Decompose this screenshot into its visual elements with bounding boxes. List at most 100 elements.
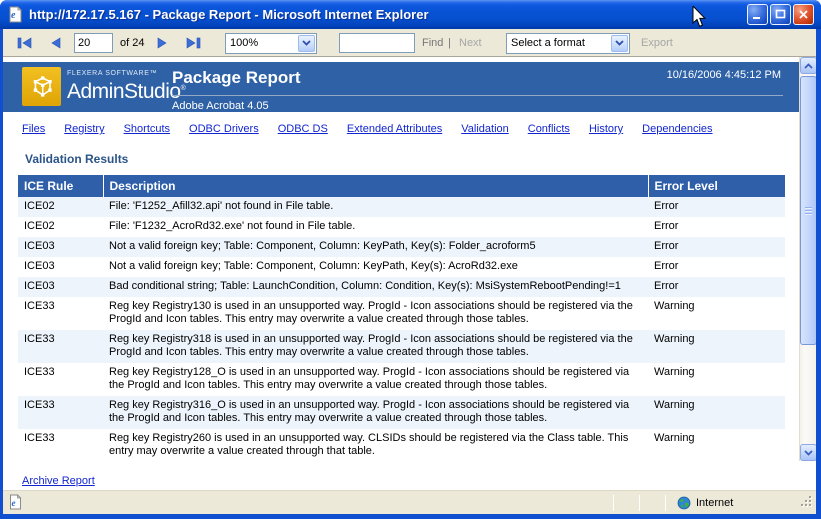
zoom-select-value: 100% [226, 37, 297, 49]
export-format-value: Select a format [507, 37, 610, 49]
cell-ice-rule: ICE03 [18, 237, 103, 257]
internet-zone-icon [677, 496, 691, 510]
table-row: ICE03 Bad conditional string; Table: Lau… [18, 277, 785, 297]
status-bar: e Internet [3, 490, 816, 514]
cell-description: Reg key Registry130 is used in an unsupp… [103, 297, 648, 330]
zoom-dropdown-button[interactable] [298, 35, 315, 52]
nav-link[interactable]: Extended Attributes [347, 123, 442, 135]
last-page-icon [186, 37, 201, 49]
maximize-icon [775, 9, 786, 20]
nav-link[interactable]: Validation [461, 123, 509, 135]
cell-description: Reg key Registry318 is used in an unsupp… [103, 330, 648, 363]
table-row: ICE33 Reg key Registry316_O is used in a… [18, 396, 785, 429]
cell-description: Reg key Registry260 is used in an unsupp… [103, 429, 648, 462]
window-title: http://172.17.5.167 - Package Report - M… [29, 7, 429, 22]
cell-description: Not a valid foreign key; Table: Componen… [103, 257, 648, 277]
cell-error-level: Error [648, 197, 785, 217]
export-format-select[interactable]: Select a format [506, 33, 630, 54]
find-text-input[interactable] [339, 33, 415, 53]
internet-explorer-icon: e [7, 6, 24, 23]
next-page-button[interactable] [155, 35, 169, 51]
section-heading: Validation Results [25, 152, 816, 166]
maximize-button[interactable] [770, 4, 791, 25]
table-row: ICE33 Reg key Registry128_O is used in a… [18, 363, 785, 396]
table-row: ICE02 File: 'F1252_Afill32.api' not foun… [18, 197, 785, 217]
cell-error-level: Error [648, 237, 785, 257]
cell-ice-rule: ICE33 [18, 297, 103, 330]
cube-logo-icon [22, 67, 61, 106]
first-page-button[interactable] [15, 35, 34, 51]
chevron-down-icon [615, 40, 624, 46]
cell-ice-rule: ICE33 [18, 330, 103, 363]
find-next-link[interactable]: Next [459, 37, 482, 49]
table-row: ICE02 File: 'F1232_AcroRd32.exe' not fou… [18, 217, 785, 237]
title-bar: e http://172.17.5.167 - Package Report -… [0, 0, 821, 29]
brand-flexera-label: FLEXERA SOFTWARE™ [67, 70, 185, 77]
page-title: Package Report [172, 68, 301, 88]
close-icon [798, 9, 809, 20]
scrollbar-thumb[interactable] [800, 76, 816, 345]
table-row: ICE03 Not a valid foreign key; Table: Co… [18, 257, 785, 277]
cell-error-level: Warning [648, 363, 785, 396]
chevron-down-icon [804, 450, 813, 456]
cell-ice-rule: ICE03 [18, 257, 103, 277]
scroll-down-button[interactable] [800, 444, 816, 461]
brand-adminstudio-label: AdminStudio® [67, 77, 185, 104]
status-separator [613, 495, 614, 511]
cell-error-level: Error [648, 217, 785, 237]
resize-grip[interactable] [800, 495, 813, 511]
nav-link[interactable]: Files [22, 123, 45, 135]
header-divider [172, 95, 783, 96]
nav-link[interactable]: Shortcuts [124, 123, 170, 135]
nav-link[interactable]: ODBC Drivers [189, 123, 259, 135]
package-name: Adobe Acrobat 4.05 [172, 100, 269, 112]
cell-error-level: Warning [648, 297, 785, 330]
report-content: FLEXERA SOFTWARE™ AdminStudio® Package R… [3, 57, 816, 490]
nav-link[interactable]: Dependencies [642, 123, 712, 135]
chevron-down-icon [302, 40, 311, 46]
column-header-ice-rule: ICE Rule [18, 175, 103, 197]
nav-link[interactable]: Registry [64, 123, 104, 135]
adminstudio-logo: FLEXERA SOFTWARE™ AdminStudio® [22, 67, 185, 106]
page-count-label: of 24 [120, 37, 144, 49]
minimize-icon [752, 9, 763, 20]
cell-ice-rule: ICE03 [18, 277, 103, 297]
cell-ice-rule: ICE02 [18, 217, 103, 237]
minimize-button[interactable] [747, 4, 768, 25]
cell-error-level: Warning [648, 396, 785, 429]
scroll-up-button[interactable] [800, 57, 816, 74]
validation-table-body: ICE02 File: 'F1252_Afill32.api' not foun… [18, 197, 785, 462]
nav-link[interactable]: History [589, 123, 623, 135]
export-link[interactable]: Export [641, 37, 673, 49]
cell-description: File: 'F1252_Afill32.api' not found in F… [103, 197, 648, 217]
current-page-input[interactable] [74, 33, 113, 53]
report-nav: Files Registry Shortcuts ODBC Drivers ODBC D… [22, 123, 816, 135]
find-next-separator: | [448, 37, 451, 49]
previous-page-button[interactable] [49, 35, 63, 51]
nav-link[interactable]: ODBC DS [278, 123, 328, 135]
column-header-description: Description [103, 175, 648, 197]
nav-link[interactable]: Conflicts [528, 123, 570, 135]
cell-description: Reg key Registry316_O is used in an unsu… [103, 396, 648, 429]
cell-description: Reg key Registry128_O is used in an unsu… [103, 363, 648, 396]
last-page-button[interactable] [184, 35, 203, 51]
report-datetime: 10/16/2006 4:45:12 PM [667, 69, 781, 81]
status-separator [639, 495, 640, 511]
browser-window: e http://172.17.5.167 - Package Report -… [0, 0, 821, 519]
table-row: ICE03 Not a valid foreign key; Table: Co… [18, 237, 785, 257]
first-page-icon [17, 37, 32, 49]
previous-page-icon [51, 37, 61, 49]
table-row: ICE33 Reg key Registry130 is used in an … [18, 297, 785, 330]
archive-report-link[interactable]: Archive Report [22, 475, 95, 487]
zoom-select[interactable]: 100% [225, 33, 317, 54]
close-button[interactable] [793, 4, 814, 25]
column-header-error-level: Error Level [648, 175, 785, 197]
find-link[interactable]: Find [422, 37, 443, 49]
table-header-row: ICE Rule Description Error Level [18, 175, 785, 197]
table-row: ICE33 Reg key Registry318 is used in an … [18, 330, 785, 363]
cell-ice-rule: ICE33 [18, 396, 103, 429]
format-dropdown-button[interactable] [611, 35, 628, 52]
vertical-scrollbar[interactable] [799, 57, 816, 461]
cell-error-level: Warning [648, 330, 785, 363]
report-header-band: FLEXERA SOFTWARE™ AdminStudio® Package R… [3, 62, 799, 112]
